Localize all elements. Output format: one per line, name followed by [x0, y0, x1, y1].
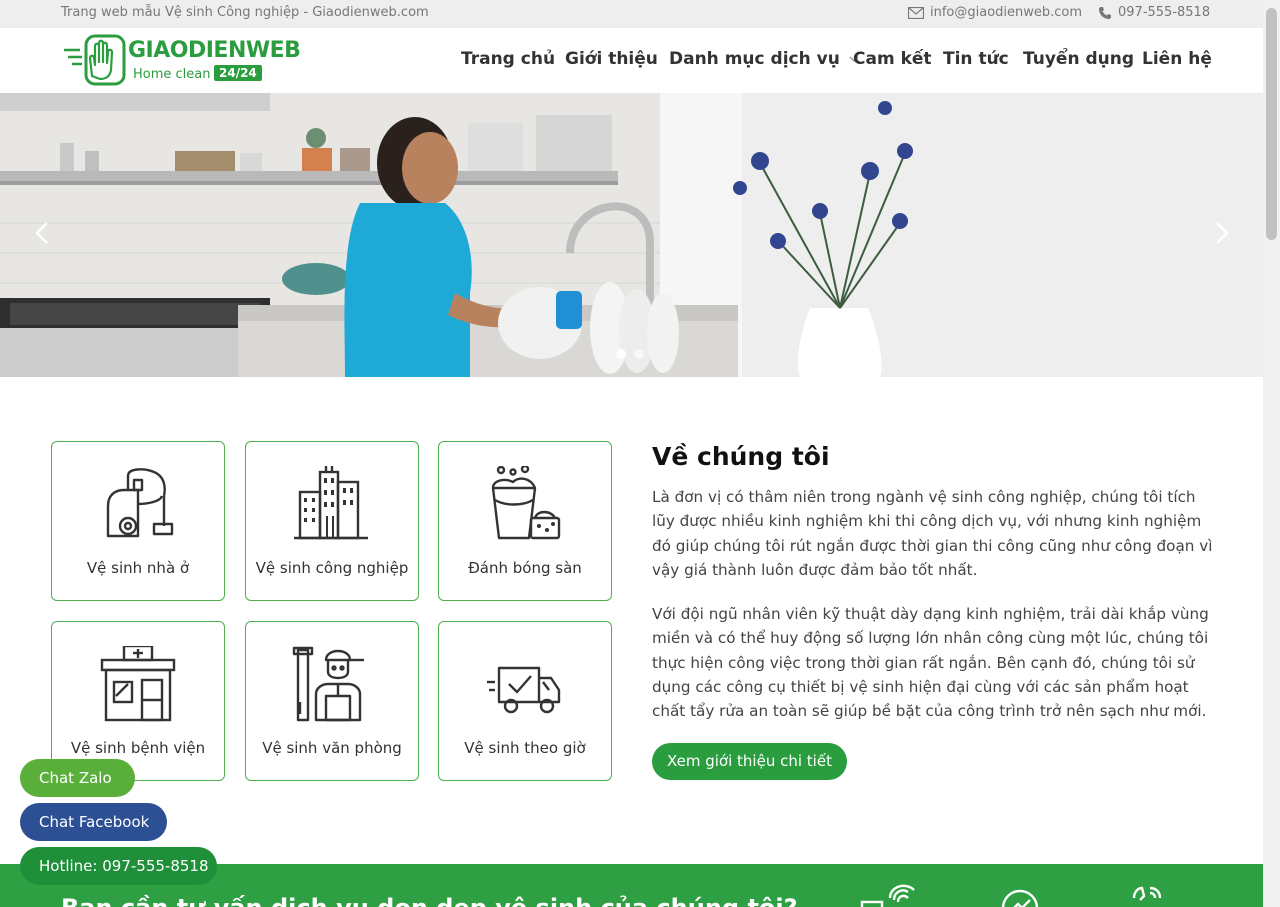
buildings-icon — [294, 466, 368, 540]
nav-trang-chu[interactable]: Trang chủ — [461, 49, 555, 69]
hand-logo-icon — [64, 34, 126, 86]
site-logo[interactable]: GIAODIENWEB Home clean 24/24 — [62, 32, 301, 88]
nav-gioi-thieu[interactable]: Giới thiệu — [565, 49, 658, 69]
about-title: Về chúng tôi — [652, 442, 830, 471]
hero-slider[interactable] — [0, 93, 1263, 377]
hotline-button[interactable]: Hotline: 097-555-8518 — [20, 847, 217, 885]
service-label: Vệ sinh công nghiệp — [255, 559, 409, 577]
page-scrollbar[interactable] — [1263, 0, 1280, 907]
service-card-benh-vien[interactable]: Vệ sinh bệnh viện — [51, 621, 225, 781]
worker-icon — [292, 646, 364, 722]
chevron-right-icon — [1216, 222, 1229, 244]
scrollbar-thumb[interactable] — [1266, 8, 1277, 240]
phone-call-icon — [1132, 886, 1162, 901]
about-paragraph-1: Là đơn vị có thâm niên trong ngành vệ si… — [652, 488, 1213, 579]
nav-tin-tuc[interactable]: Tin tức — [943, 49, 1009, 69]
chat-facebook-button[interactable]: Chat Facebook — [20, 803, 167, 841]
top-bar: Trang web mẫu Vệ sinh Công nghiệp - Giao… — [0, 0, 1263, 28]
top-email-text: info@giaodienweb.com — [930, 5, 1083, 20]
delivery-truck-icon — [487, 666, 561, 714]
about-paragraph-2: Với đội ngũ nhân viên kỹ thuật dày dạng … — [652, 605, 1209, 721]
logo-subtitle: Home clean — [133, 67, 211, 82]
hero-image — [0, 93, 1263, 377]
nav-danh-muc-label: Danh mục dịch vụ — [669, 49, 840, 69]
phone-icon — [1099, 6, 1111, 19]
service-card-nha-o[interactable]: Vệ sinh nhà ở — [51, 441, 225, 601]
nav-lien-he[interactable]: Liên hệ — [1142, 49, 1212, 69]
chat-zalo-button[interactable]: Chat Zalo — [20, 759, 135, 797]
nav-danh-muc-dich-vu[interactable]: Danh mục dịch vụ — [669, 49, 859, 69]
logo-badge: 24/24 — [214, 65, 262, 81]
hero-next-button[interactable] — [1212, 221, 1232, 247]
chevron-left-icon — [35, 222, 48, 244]
about-details-button[interactable]: Xem giới thiệu chi tiết — [652, 743, 847, 780]
nav-cam-ket[interactable]: Cam kết — [853, 49, 932, 69]
hero-prev-button[interactable] — [32, 221, 52, 247]
top-phone-text: 097-555-8518 — [1118, 5, 1211, 20]
growth-chart-icon — [1001, 889, 1039, 907]
service-label: Vệ sinh văn phòng — [262, 739, 402, 757]
bucket-sponge-icon — [491, 466, 561, 540]
nav-tuyen-dung[interactable]: Tuyển dụng — [1023, 49, 1134, 69]
logo-brand: GIAODIENWEB — [128, 38, 301, 63]
service-card-danh-bong-san[interactable]: Đánh bóng sàn — [438, 441, 612, 601]
site-header: GIAODIENWEB Home clean 24/24 Trang chủ G… — [0, 28, 1263, 93]
service-label: Vệ sinh nhà ở — [86, 559, 190, 577]
top-phone[interactable]: 097-555-8518 — [1098, 5, 1210, 20]
service-card-van-phong[interactable]: Vệ sinh văn phòng — [245, 621, 419, 781]
hero-dots — [616, 349, 644, 359]
support-signal-icon — [860, 884, 915, 907]
hospital-icon — [100, 646, 176, 722]
service-label: Đánh bóng sàn — [468, 559, 582, 577]
hero-dot-2[interactable] — [634, 349, 644, 359]
site-tagline: Trang web mẫu Vệ sinh Công nghiệp - Giao… — [61, 5, 429, 20]
hero-dot-1[interactable] — [616, 349, 626, 359]
envelope-icon — [908, 6, 924, 19]
service-label: Vệ sinh theo giờ — [464, 739, 586, 757]
vacuum-cleaner-icon — [106, 468, 174, 538]
service-card-theo-gio[interactable]: Vệ sinh theo giờ — [438, 621, 612, 781]
service-label: Vệ sinh bệnh viện — [70, 739, 206, 757]
cta-band-title: Bạn cần tư vấn dịch vụ dọn dẹp vệ sinh c… — [61, 894, 798, 907]
top-email[interactable]: info@giaodienweb.com — [908, 5, 1082, 20]
service-card-cong-nghiep[interactable]: Vệ sinh công nghiệp — [245, 441, 419, 601]
